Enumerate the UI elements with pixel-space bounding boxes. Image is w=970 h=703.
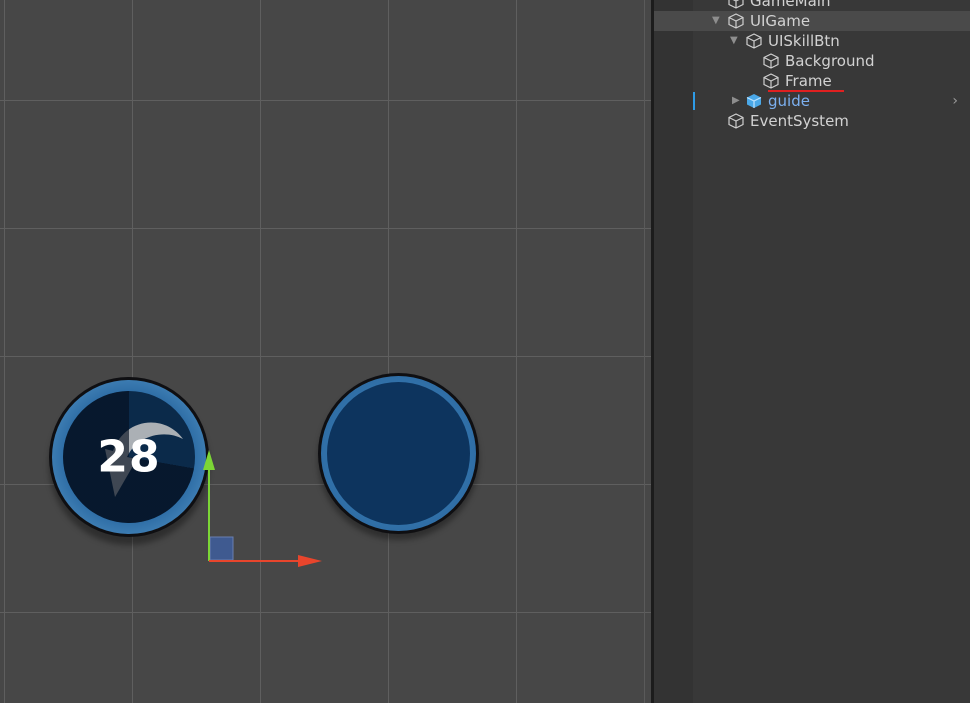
scene-view[interactable]: 28 [0,0,651,703]
skill-button-background [327,382,470,525]
gizmo-xy-plane-handle[interactable] [209,536,234,561]
chevron-right-icon[interactable]: ▶ [732,91,744,111]
scene-grid-line [644,0,645,703]
gameobject-cube-icon [728,113,744,129]
gameobject-cube-icon [763,53,779,69]
skill-button-empty[interactable] [318,373,479,534]
hierarchy-item-label: UISkillBtn [768,32,840,50]
hierarchy-item-label: Background [785,52,875,70]
cooldown-counter: 28 [97,431,161,483]
prefab-override-marker [693,92,695,110]
move-tool-gizmo[interactable] [200,440,330,570]
gizmo-x-arrowhead[interactable] [298,555,322,567]
gameobject-cube-icon [763,73,779,89]
hierarchy-item-background[interactable]: Background [654,51,970,71]
hierarchy-item-label: UIGame [750,12,811,30]
gameobject-cube-icon [746,33,762,49]
hierarchy-item-gamemain[interactable]: GameMain [654,0,970,11]
chevron-down-icon[interactable]: ▼ [712,11,724,31]
hierarchy-item-label: Frame [785,72,832,90]
annotation-underline [768,90,844,92]
hierarchy-item-label: GameMain [750,0,831,10]
hierarchy-item-frame[interactable]: Frame [654,71,970,91]
prefab-open-chevron-icon[interactable]: › [952,91,958,111]
gameobject-cube-icon [728,0,744,9]
prefab-cube-icon [746,94,762,108]
gizmo-y-arrowhead[interactable] [203,450,215,470]
hierarchy-panel[interactable]: GameMain ▼ UIGame ▼ UISkillBtn Backgroun… [654,0,970,703]
hierarchy-item-label: guide [768,92,810,110]
hierarchy-item-uigame[interactable]: ▼ UIGame [654,11,970,31]
skill-button-background: 28 [63,391,195,523]
gameobject-cube-icon [728,13,744,29]
hierarchy-item-label: EventSystem [750,112,849,130]
hierarchy-item-eventsystem[interactable]: EventSystem [654,111,970,131]
hierarchy-item-guide[interactable]: ▶ guide › [654,91,970,111]
hierarchy-item-uiskillbtn[interactable]: ▼ UISkillBtn [654,31,970,51]
skill-button-cooldown[interactable]: 28 [49,377,209,537]
chevron-down-icon[interactable]: ▼ [730,31,742,51]
